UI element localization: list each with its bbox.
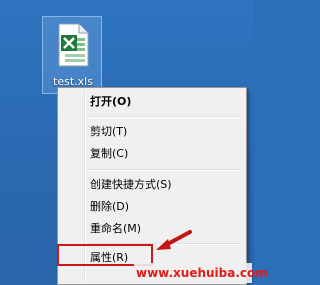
menu-item-cut[interactable]: 剪切(T) — [60, 121, 244, 143]
menu-separator — [88, 169, 240, 171]
menu-item-copy[interactable]: 复制(C) — [60, 143, 244, 165]
menu-item-label: 复制(C) — [90, 147, 129, 160]
menu-item-label: 删除(D) — [90, 200, 130, 213]
desktop-file-test-xls[interactable]: test.xls — [42, 16, 102, 94]
excel-file-icon — [58, 23, 89, 67]
menu-item-create-shortcut[interactable]: 创建快捷方式(S) — [60, 174, 244, 196]
menu-item-label: 打开(O) — [90, 95, 132, 108]
desktop: test.xls 打开(O) 剪切(T) 复制(C) 创建快捷方式(S) 删除(… — [0, 0, 268, 285]
menu-item-label: 创建快捷方式(S) — [90, 178, 172, 191]
menu-separator — [88, 116, 240, 118]
menu-item-label: 剪切(T) — [90, 125, 128, 138]
menu-item-label: 重命名(M) — [90, 222, 142, 235]
menu-item-delete[interactable]: 删除(D) — [60, 196, 244, 218]
red-arrow-icon — [156, 230, 192, 250]
watermark: www.xuehuiba.com — [134, 263, 268, 283]
menu-item-open[interactable]: 打开(O) — [60, 91, 244, 113]
